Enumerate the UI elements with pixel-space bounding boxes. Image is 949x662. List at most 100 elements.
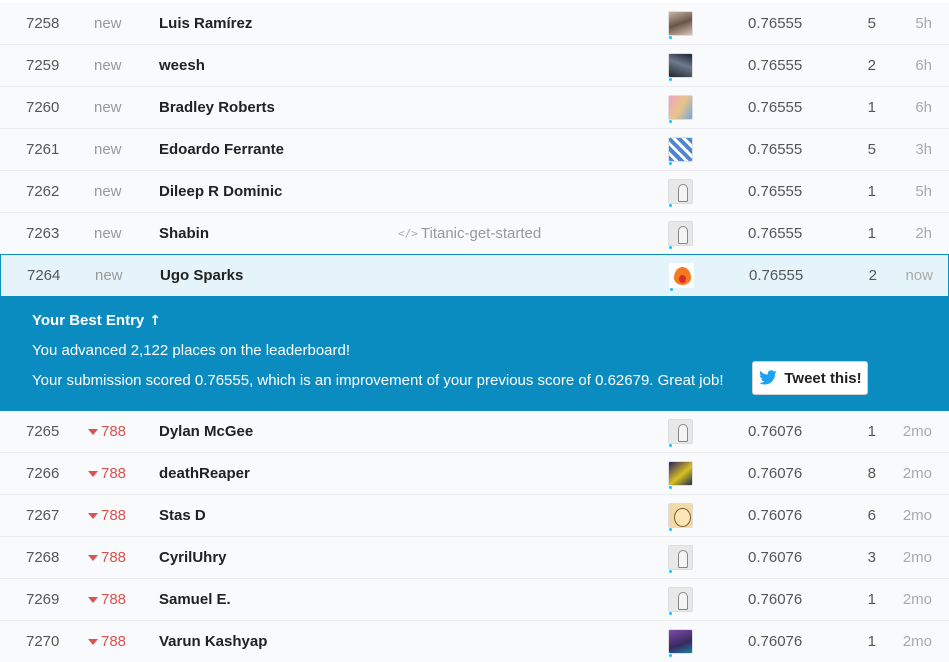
avatar[interactable] <box>668 137 693 162</box>
avatar[interactable] <box>668 11 693 36</box>
entries-count: 5 <box>867 141 876 158</box>
team-members[interactable] <box>668 411 694 452</box>
entries-count: 1 <box>867 591 876 608</box>
rank-change: new <box>94 87 154 128</box>
avatar[interactable] <box>668 419 693 444</box>
score: 0.76076 <box>748 549 803 566</box>
team-name[interactable]: Varun Kashyap <box>159 621 389 662</box>
entries-count: 2 <box>867 57 876 74</box>
rank-change-value: 788 <box>101 423 127 440</box>
avatar[interactable] <box>668 503 693 528</box>
rank-change-value: 788 <box>101 549 127 566</box>
avatar[interactable] <box>668 53 693 78</box>
rank-change: new <box>94 213 154 254</box>
leaderboard-row[interactable]: 7268 788 CyrilUhry 0.76076 3 2mo <box>0 537 949 579</box>
leaderboard-row[interactable]: 7266 788 deathReaper 0.76076 8 2mo <box>0 453 949 495</box>
rank: 7270 <box>26 633 60 650</box>
tier-dot-icon <box>669 443 672 447</box>
team-members[interactable] <box>668 453 694 494</box>
avatar-container <box>668 500 693 532</box>
team-name[interactable]: Shabin <box>159 213 389 254</box>
avatar[interactable] <box>668 179 693 204</box>
avatar[interactable] <box>669 263 694 288</box>
avatar[interactable] <box>668 545 693 570</box>
tier-dot-icon <box>669 35 672 39</box>
team-members[interactable] <box>668 171 694 212</box>
team-name[interactable]: Edoardo Ferrante <box>159 129 389 170</box>
leaderboard-row[interactable]: 7261 new Edoardo Ferrante 0.76555 5 3h <box>0 129 949 171</box>
caret-down-icon <box>88 639 98 645</box>
team-members[interactable] <box>668 621 694 662</box>
team-name[interactable]: Dileep R Dominic <box>159 171 389 212</box>
leaderboard-row[interactable]: 7270 788 Varun Kashyap 0.76076 1 2mo <box>0 621 949 662</box>
leaderboard-row[interactable]: 7263 new Shabin </> Titanic-get-started 0.765… <box>0 213 949 255</box>
arrow-up-icon: ↑ <box>149 312 161 329</box>
avatar-container <box>668 92 693 124</box>
avatar[interactable] <box>668 587 693 612</box>
team-name[interactable]: Bradley Roberts <box>159 87 389 128</box>
team-name[interactable]: Dylan McGee <box>159 411 389 452</box>
team-name[interactable]: Ugo Sparks <box>160 255 390 296</box>
code-icon: </> <box>398 227 418 240</box>
team-members[interactable] <box>668 45 694 86</box>
my-entry-row[interactable]: 7264 new Ugo Sparks 0.76555 2 now <box>0 254 949 296</box>
last-submission: 2h <box>915 225 932 242</box>
last-submission: 2mo <box>902 507 932 524</box>
caret-down-icon <box>88 429 98 435</box>
entries-count: 1 <box>867 183 876 200</box>
advance-message: You advanced 2,122 places on the leaderb… <box>32 342 351 359</box>
score-message: Your submission scored 0.76555, which is… <box>32 372 724 389</box>
leaderboard-row[interactable]: 7267 788 Stas D 0.76076 6 2mo <box>0 495 949 537</box>
last-submission: 6h <box>915 99 932 116</box>
team-name[interactable]: CyrilUhry <box>159 537 389 578</box>
leaderboard-row[interactable]: 7260 new Bradley Roberts 0.76555 1 6h <box>0 87 949 129</box>
avatar[interactable] <box>668 629 693 654</box>
score: 0.76555 <box>748 183 803 200</box>
rank-change-value: 788 <box>101 507 127 524</box>
caret-down-icon <box>88 597 98 603</box>
rank: 7269 <box>26 591 60 608</box>
kernel-link[interactable]: </> Titanic-get-started <box>398 213 598 254</box>
team-members[interactable] <box>668 129 694 170</box>
last-submission: 2mo <box>902 591 932 608</box>
avatar-container <box>668 416 693 448</box>
team-name[interactable]: deathReaper <box>159 453 389 494</box>
caret-down-icon <box>88 471 98 477</box>
last-submission: 2mo <box>902 465 932 482</box>
team-members[interactable] <box>668 213 694 254</box>
leaderboard-row[interactable]: 7262 new Dileep R Dominic 0.76555 1 5h <box>0 171 949 213</box>
team-members[interactable] <box>668 3 694 44</box>
team-members[interactable] <box>668 87 694 128</box>
team-name[interactable]: Stas D <box>159 495 389 536</box>
caret-down-icon <box>88 513 98 519</box>
best-entry-title-text: Your Best Entry <box>32 312 145 329</box>
entries-count: 3 <box>867 549 876 566</box>
leaderboard-row[interactable]: 7258 new Luis Ramírez 0.76555 5 5h <box>0 3 949 45</box>
avatar-container <box>668 218 693 250</box>
rank-change: 788 <box>88 495 148 536</box>
leaderboard-row[interactable]: 7265 788 Dylan McGee 0.76076 1 2mo <box>0 411 949 453</box>
caret-down-icon <box>88 555 98 561</box>
tweet-button[interactable]: Tweet this! <box>752 361 868 395</box>
avatar-container <box>668 8 693 40</box>
leaderboard-row[interactable]: 7269 788 Samuel E. 0.76076 1 2mo <box>0 579 949 621</box>
leaderboard-row[interactable]: 7259 new weesh 0.76555 2 6h <box>0 45 949 87</box>
team-members[interactable] <box>669 255 695 296</box>
last-submission: 2mo <box>902 423 932 440</box>
avatar[interactable] <box>668 95 693 120</box>
team-name[interactable]: Luis Ramírez <box>159 3 389 44</box>
avatar[interactable] <box>668 461 693 486</box>
rank: 7267 <box>26 507 60 524</box>
avatar[interactable] <box>668 221 693 246</box>
entries-count: 1 <box>867 99 876 116</box>
score: 0.76076 <box>748 633 803 650</box>
team-members[interactable] <box>668 579 694 620</box>
team-name[interactable]: weesh <box>159 45 389 86</box>
team-members[interactable] <box>668 495 694 536</box>
rank-change: 788 <box>88 579 148 620</box>
rank-change: 788 <box>88 621 148 662</box>
team-name[interactable]: Samuel E. <box>159 579 389 620</box>
rank-change: new <box>94 3 154 44</box>
avatar-container <box>668 458 693 490</box>
team-members[interactable] <box>668 537 694 578</box>
